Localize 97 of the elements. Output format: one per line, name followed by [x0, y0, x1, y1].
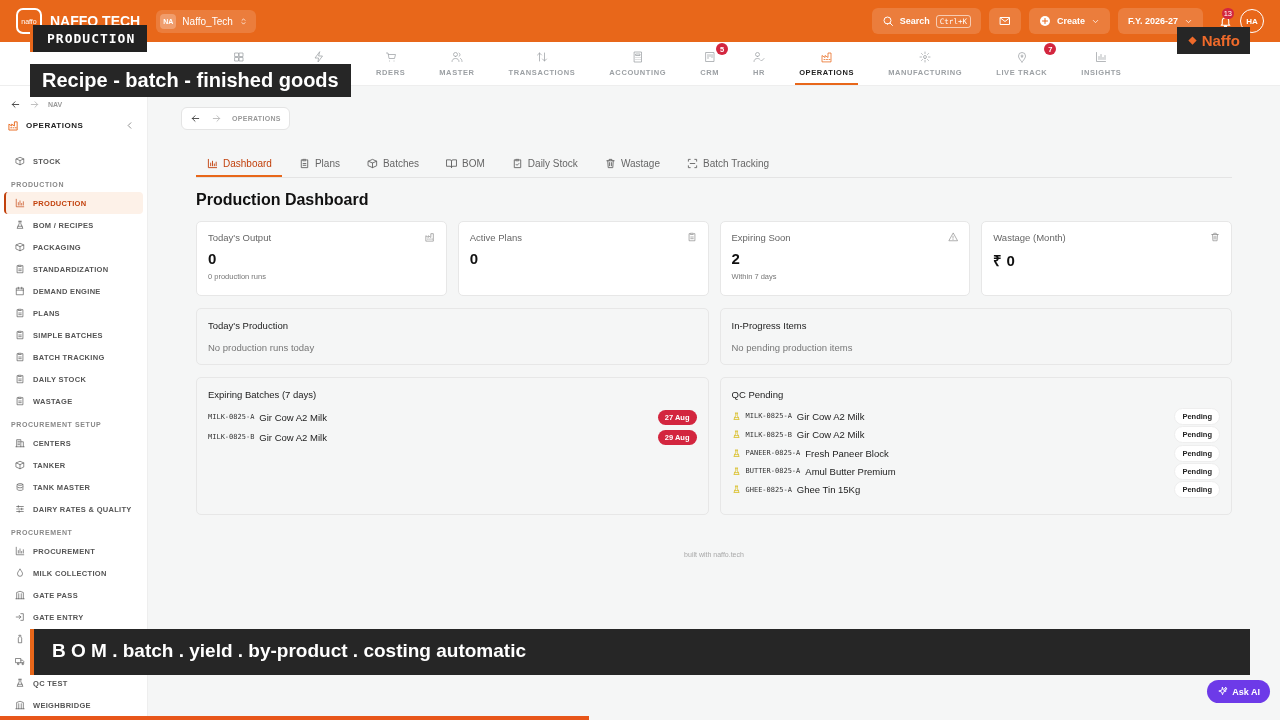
caption-headline: Recipe - batch - finished goods [30, 64, 351, 97]
box-icon [15, 242, 25, 252]
map-pin-icon [1015, 51, 1028, 63]
plus-icon [1038, 15, 1051, 27]
stat-label: Today's Output [208, 232, 272, 243]
gate-icon [15, 590, 25, 600]
product-name: Fresh Paneer Block [805, 447, 890, 459]
gear-icon [919, 51, 932, 63]
users-icon [450, 51, 463, 63]
cart-icon [384, 51, 397, 63]
flask-icon [15, 678, 25, 688]
caption-tag: PRODUCTION [30, 25, 148, 52]
box-icon [366, 158, 378, 169]
stat-label: Expiring Soon [731, 232, 791, 243]
sliders-icon [15, 504, 25, 514]
tab[interactable]: Dashboard [196, 154, 282, 177]
clipboard-icon [686, 232, 697, 242]
mail-icon [998, 15, 1011, 27]
box-icon [15, 156, 25, 166]
warning-icon [948, 232, 959, 242]
mail-button[interactable] [988, 8, 1021, 34]
back-arrow-icon[interactable] [10, 98, 21, 110]
truck-icon[interactable] [15, 656, 25, 666]
user-check-icon [753, 51, 766, 63]
board-icon [703, 51, 716, 63]
clipboard-icon [15, 264, 25, 274]
product-name: Gir Cow A2 Milk [796, 410, 866, 422]
product-name: Gir Cow A2 Milk [796, 429, 866, 441]
stat-label: Active Plans [469, 232, 523, 243]
stat-value: 2 [731, 250, 740, 267]
flask-icon [731, 448, 741, 458]
gate-icon [15, 700, 25, 710]
tab[interactable]: Batches [355, 154, 430, 177]
tab[interactable]: Daily Stock [500, 154, 588, 177]
factory-icon [424, 232, 435, 242]
brand-label: Naffo [1201, 32, 1240, 49]
bar-chart-icon [15, 546, 25, 556]
bottle-icon[interactable] [15, 634, 25, 644]
flask-icon [731, 466, 741, 476]
tab[interactable]: Plans [287, 154, 350, 177]
calendar-icon [15, 286, 25, 296]
clipboard-check-icon [511, 158, 523, 169]
clipboard-icon [298, 158, 310, 169]
flask-icon [731, 411, 741, 421]
stat-label: Wastage (Month) [993, 232, 1066, 243]
caption-bar: B O M . batch . yield . by-product . costing automatic [30, 629, 1250, 675]
tab[interactable]: Batch Tracking [675, 154, 780, 177]
clipboard-icon [15, 308, 25, 318]
stat-value: ₹ 0 [993, 251, 1015, 270]
building-icon [15, 438, 25, 448]
empty-message: No pending production items [731, 342, 853, 353]
grid-icon[interactable] [233, 51, 245, 63]
lightning-icon[interactable] [313, 51, 325, 63]
bar-chart-icon [207, 158, 218, 169]
clipboard-icon [15, 352, 25, 362]
empty-message: No production runs today [208, 342, 315, 353]
page-title: Production Dashboard [196, 191, 370, 209]
sparkle-icon [1217, 686, 1229, 697]
trash-icon [1210, 232, 1220, 242]
search-icon [881, 15, 894, 27]
clipboard-icon [15, 374, 25, 384]
drop-icon [15, 568, 25, 578]
calculator-icon [631, 51, 644, 63]
flask-icon [15, 220, 25, 230]
factory-icon [8, 119, 19, 131]
book-icon [446, 158, 458, 169]
product-name: Ghee Tin 15Kg [796, 484, 862, 496]
trash-icon [604, 158, 616, 169]
stat-value: 0 [208, 250, 217, 267]
login-icon [15, 612, 25, 622]
panel-title: Today's Production [208, 320, 288, 331]
clipboard-icon [15, 396, 25, 406]
product-name: Gir Cow A2 Milk [259, 411, 328, 423]
bar-chart-icon [15, 198, 25, 208]
scan-icon [686, 158, 698, 169]
stat-value: 0 [469, 250, 479, 267]
panel-title: Expiring Batches (7 days) [208, 389, 317, 400]
arrows-icon [535, 51, 548, 63]
panel-title: In-Progress Items [731, 320, 807, 331]
tab[interactable]: BOM [435, 154, 495, 177]
tab[interactable]: Wastage [593, 154, 670, 177]
section-title: OPERATIONS [26, 120, 85, 130]
ask-ai-button[interactable]: Ask AI [1207, 680, 1270, 703]
forward-arrow-icon[interactable] [29, 98, 40, 110]
flask-icon [731, 485, 741, 495]
flask-icon [731, 430, 741, 440]
panel-title: QC Pending [731, 389, 784, 400]
cylinder-icon [15, 482, 25, 492]
factory-icon [820, 51, 833, 63]
product-name: Amul Butter Premium [805, 465, 897, 477]
product-name: Gir Cow A2 Milk [259, 431, 328, 443]
chevron-updown-icon [238, 16, 248, 26]
back-arrow-icon[interactable] [190, 113, 201, 124]
box-icon [15, 460, 25, 470]
forward-arrow-icon[interactable] [211, 113, 222, 124]
clipboard-icon [15, 330, 25, 340]
bar-chart-icon [1095, 51, 1108, 63]
